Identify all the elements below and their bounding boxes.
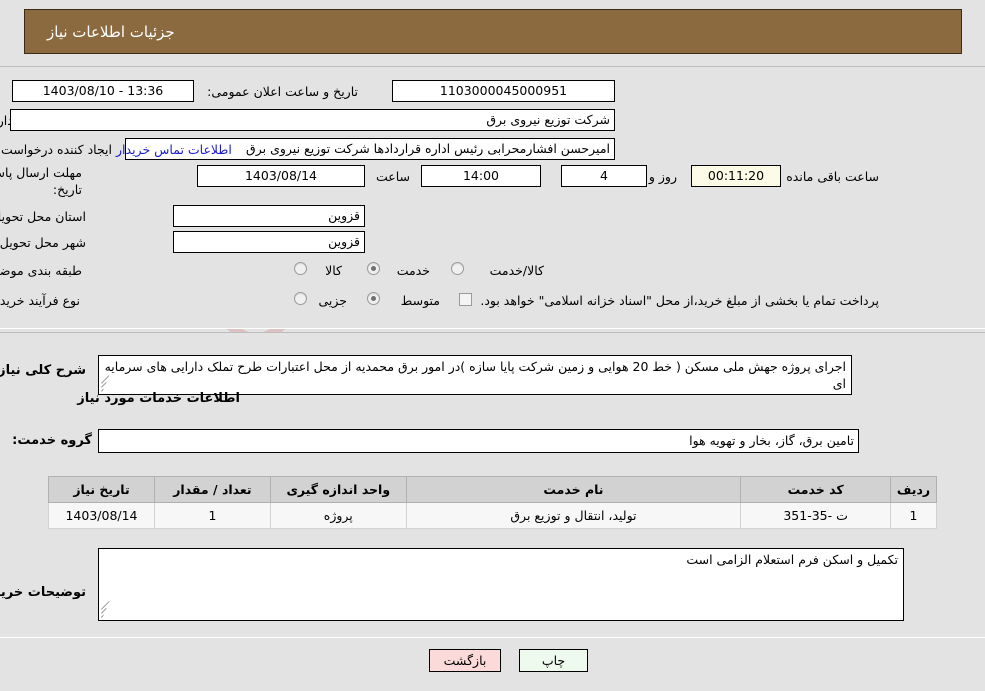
buyer-notes-value: تکمیل و اسکن فرم استعلام الزامی است [686, 552, 898, 567]
deadline-date-value: 1403/08/14 [197, 165, 365, 187]
cell-service-name: تولید، انتقال و توزیع برق [405, 502, 742, 529]
col-unit: واحد اندازه گیری [269, 476, 407, 503]
treasury-bonds-label: پرداخت تمام یا بخشی از مبلغ خرید،از محل … [480, 293, 879, 308]
col-row-no: ردیف [890, 476, 937, 503]
deadline-time-value: 14:00 [421, 165, 541, 187]
table-header-row: ردیف کد خدمت نام خدمت واحد اندازه گیری ت… [48, 476, 937, 503]
radio-category-kala[interactable] [294, 262, 307, 275]
services-section-title: اطلاعات خدمات مورد نیاز [77, 391, 240, 406]
radio-process-jozii[interactable] [294, 292, 307, 305]
cell-unit: پروژه [269, 502, 407, 529]
deadline-hour-label: ساعت [375, 169, 410, 184]
days-remaining-value: 4 [561, 165, 647, 187]
buyer-notes-textarea[interactable]: تکمیل و اسکن فرم استعلام الزامی است [98, 548, 904, 621]
radio-category-kala-khedmat[interactable] [451, 262, 464, 275]
request-creator-label: ایجاد کننده درخواست: [0, 142, 112, 157]
col-service-code: کد خدمت [740, 476, 892, 503]
radio-label-category-2[interactable]: کالا/خدمت [490, 263, 544, 278]
print-button[interactable]: چاپ [519, 649, 588, 672]
page-title: جزئیات اطلاعات نیاز [47, 22, 175, 41]
days-label: روز و [648, 169, 677, 184]
need-description-label: شرح کلی نیاز: [0, 363, 86, 378]
public-announce-label: تاریخ و ساعت اعلان عمومی: [207, 84, 358, 99]
back-button[interactable]: بازگشت [429, 649, 501, 672]
col-quantity: تعداد / مقدار [154, 476, 271, 503]
radio-label-category-1[interactable]: خدمت [397, 263, 430, 278]
resize-grip-icon[interactable] [101, 601, 111, 619]
delivery-city-value: قزوین [173, 231, 365, 253]
need-number-value: 1103000045000951 [392, 80, 615, 102]
delivery-province-value: قزوین [173, 205, 365, 227]
need-description-textarea[interactable]: اجرای پروژه جهش ملی مسکن ( خط 20 هوایی و… [98, 355, 852, 395]
services-table: ردیف کد خدمت نام خدمت واحد اندازه گیری ت… [48, 476, 937, 529]
radio-process-motavaset[interactable] [367, 292, 380, 305]
countdown-timer: 00:11:20 [691, 165, 781, 187]
category-label: طبقه بندی موضوعی: [0, 263, 82, 278]
radio-label-process-1[interactable]: متوسط [401, 293, 440, 308]
delivery-city-label: شهر محل تحویل: [0, 235, 86, 250]
radio-label-process-0[interactable]: جزیی [318, 293, 347, 308]
need-info-panel [0, 66, 985, 329]
cell-quantity: 1 [154, 502, 271, 529]
radio-label-category-0[interactable]: کالا [325, 263, 342, 278]
cell-need-date: 1403/08/14 [48, 502, 155, 529]
delivery-province-label: استان محل تحویل: [0, 209, 86, 224]
service-group-label: گروه خدمت: [12, 433, 92, 448]
col-service-name: نام خدمت [405, 476, 742, 503]
col-need-date: تاریخ نیاز [48, 476, 155, 503]
treasury-bonds-checkbox[interactable] [459, 293, 472, 306]
table-row: 1 ت -35-351 تولید، انتقال و توزیع برق پر… [48, 502, 937, 529]
cell-row-no: 1 [890, 502, 937, 529]
remaining-hours-label: ساعت باقی مانده [786, 169, 879, 184]
process-type-label: نوع فرآیند خرید : [0, 293, 80, 308]
deadline-label-line1: مهلت ارسال پاسخ: تا [0, 165, 82, 180]
buyer-contact-link[interactable]: اطلاعات تماس خریدار [116, 142, 232, 157]
radio-category-khedmat[interactable] [367, 262, 380, 275]
need-description-value: اجرای پروژه جهش ملی مسکن ( خط 20 هوایی و… [104, 359, 846, 391]
buyer-org-value: شرکت توزیع نیروی برق [10, 109, 615, 131]
cell-service-code: ت -35-351 [740, 502, 892, 529]
deadline-label-line2: تاریخ: [52, 182, 82, 197]
service-group-value: تامین برق، گاز، بخار و تهویه هوا [98, 429, 859, 453]
public-announce-value: 1403/08/10 - 13:36 [12, 80, 194, 102]
page-title-bar: جزئیات اطلاعات نیاز [24, 9, 962, 54]
page-root: AriaTender.net جزئیات اطلاعات نیاز شماره… [0, 0, 985, 691]
buyer-notes-label: توضیحات خریدار: [0, 585, 86, 600]
